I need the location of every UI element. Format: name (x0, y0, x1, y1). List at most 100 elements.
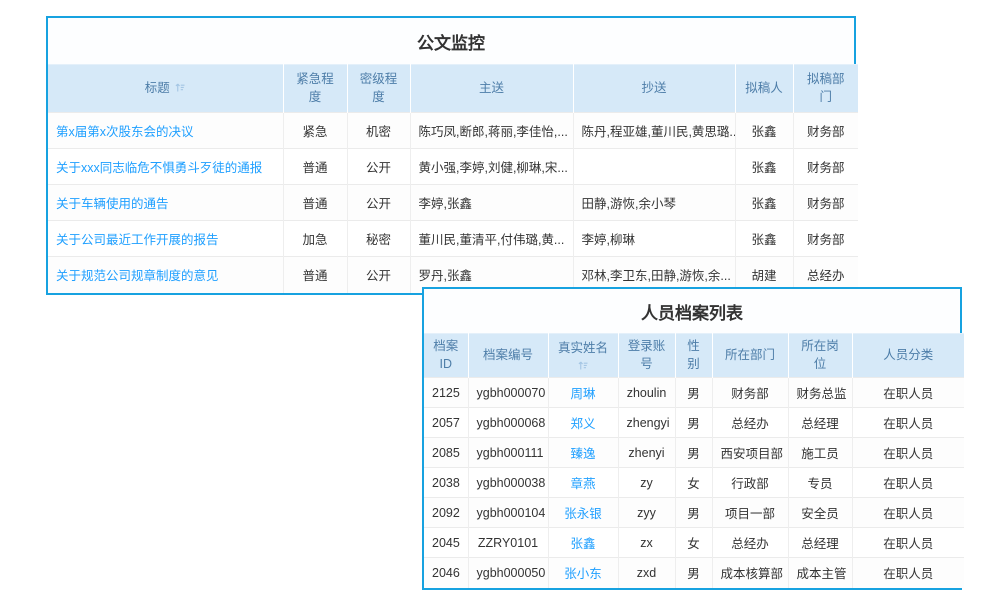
secrecy-cell: 秘密 (347, 221, 410, 257)
category-cell: 在职人员 (852, 378, 964, 408)
real-name-link[interactable]: 周琳 (548, 378, 618, 408)
department-cell: 财务部 (712, 378, 788, 408)
table-row: 关于车辆使用的通告 普通 公开 李婷,张鑫 田静,游恢,余小琴 张鑫 财务部 (48, 185, 858, 221)
personnel-archive-panel: 人员档案列表 档案ID 档案编号 真实姓名 登录账号 性别 所在部门 所在岗位 … (422, 287, 962, 590)
archive-id-cell: 2085 (424, 438, 468, 468)
gender-cell: 男 (675, 378, 712, 408)
doc-title-link[interactable]: 关于公司最近工作开展的报告 (48, 221, 283, 257)
sort-icon[interactable] (174, 81, 186, 93)
login-account-cell: zy (618, 468, 675, 498)
category-cell: 在职人员 (852, 498, 964, 528)
draft-dept-cell: 财务部 (793, 221, 858, 257)
department-cell: 成本核算部 (712, 558, 788, 588)
real-name-link[interactable]: 郑义 (548, 408, 618, 438)
real-name-link[interactable]: 章燕 (548, 468, 618, 498)
urgency-cell: 紧急 (283, 113, 347, 149)
col-header-secrecy: 密级程度 (347, 65, 410, 113)
department-cell: 项目一部 (712, 498, 788, 528)
login-account-cell: zhenyi (618, 438, 675, 468)
post-cell: 专员 (788, 468, 852, 498)
category-cell: 在职人员 (852, 558, 964, 588)
archive-code-cell: ZZRY0101 (468, 528, 548, 558)
drafter-cell: 张鑫 (735, 185, 793, 221)
personnel-header-row: 档案ID 档案编号 真实姓名 登录账号 性别 所在部门 所在岗位 人员分类 (424, 334, 964, 378)
archive-code-cell: ygbh000111 (468, 438, 548, 468)
draft-dept-cell: 财务部 (793, 185, 858, 221)
category-cell: 在职人员 (852, 528, 964, 558)
table-row: 2057 ygbh000068 郑义 zhengyi 男 总经办 总经理 在职人… (424, 408, 964, 438)
post-cell: 安全员 (788, 498, 852, 528)
doc-title-link[interactable]: 第x届第x次股东会的决议 (48, 113, 283, 149)
category-cell: 在职人员 (852, 468, 964, 498)
personnel-archive-table: 档案ID 档案编号 真实姓名 登录账号 性别 所在部门 所在岗位 人员分类 21… (424, 333, 964, 588)
department-cell: 总经办 (712, 528, 788, 558)
department-cell: 行政部 (712, 468, 788, 498)
table-row: 2045 ZZRY0101 张鑫 zx 女 总经办 总经理 在职人员 (424, 528, 964, 558)
gender-cell: 女 (675, 528, 712, 558)
doc-title-link[interactable]: 关于规范公司规章制度的意见 (48, 257, 283, 293)
draft-dept-cell: 财务部 (793, 149, 858, 185)
archive-id-cell: 2038 (424, 468, 468, 498)
col-header-urgency: 紧急程度 (283, 65, 347, 113)
drafter-cell: 张鑫 (735, 113, 793, 149)
personnel-archive-title: 人员档案列表 (424, 289, 960, 333)
col-header-draft-dept: 拟稿部门 (793, 65, 858, 113)
department-cell: 西安项目部 (712, 438, 788, 468)
gender-cell: 男 (675, 408, 712, 438)
secrecy-cell: 公开 (347, 185, 410, 221)
col-header-archive-id: 档案ID (424, 334, 468, 378)
col-header-archive-code: 档案编号 (468, 334, 548, 378)
doc-header-row: 标题 紧急程度 密级程度 主送 抄送 拟稿人 拟稿部门 (48, 65, 858, 113)
archive-code-cell: ygbh000068 (468, 408, 548, 438)
document-monitor-panel: 公文监控 标题 紧急程度 密级程度 主送 抄送 拟稿人 拟稿部门 第x届第x次股… (46, 16, 856, 295)
col-header-real-name-label: 真实姓名 (558, 341, 608, 355)
secrecy-cell: 公开 (347, 149, 410, 185)
sort-icon[interactable] (577, 359, 589, 371)
secrecy-cell: 机密 (347, 113, 410, 149)
login-account-cell: zyy (618, 498, 675, 528)
cc-cell (573, 149, 735, 185)
post-cell: 成本主管 (788, 558, 852, 588)
post-cell: 财务总监 (788, 378, 852, 408)
cc-cell: 田静,游恢,余小琴 (573, 185, 735, 221)
archive-code-cell: ygbh000038 (468, 468, 548, 498)
drafter-cell: 张鑫 (735, 149, 793, 185)
archive-id-cell: 2092 (424, 498, 468, 528)
col-header-doc-title[interactable]: 标题 (48, 65, 283, 113)
draft-dept-cell: 财务部 (793, 113, 858, 149)
col-header-gender: 性别 (675, 334, 712, 378)
real-name-link[interactable]: 张鑫 (548, 528, 618, 558)
urgency-cell: 加急 (283, 221, 347, 257)
post-cell: 总经理 (788, 408, 852, 438)
department-cell: 总经办 (712, 408, 788, 438)
col-header-cc: 抄送 (573, 65, 735, 113)
urgency-cell: 普通 (283, 185, 347, 221)
archive-id-cell: 2045 (424, 528, 468, 558)
category-cell: 在职人员 (852, 438, 964, 468)
document-monitor-title: 公文监控 (48, 18, 854, 64)
table-row: 2092 ygbh000104 张永银 zyy 男 项目一部 安全员 在职人员 (424, 498, 964, 528)
archive-id-cell: 2046 (424, 558, 468, 588)
gender-cell: 男 (675, 438, 712, 468)
cc-cell: 李婷,柳琳 (573, 221, 735, 257)
doc-title-link[interactable]: 关于xxx同志临危不惧勇斗歹徒的通报 (48, 149, 283, 185)
col-header-doc-title-label: 标题 (145, 81, 170, 95)
post-cell: 总经理 (788, 528, 852, 558)
doc-title-link[interactable]: 关于车辆使用的通告 (48, 185, 283, 221)
real-name-link[interactable]: 张永银 (548, 498, 618, 528)
col-header-main-to: 主送 (410, 65, 573, 113)
col-header-drafter: 拟稿人 (735, 65, 793, 113)
archive-id-cell: 2125 (424, 378, 468, 408)
post-cell: 施工员 (788, 438, 852, 468)
gender-cell: 男 (675, 558, 712, 588)
table-row: 关于公司最近工作开展的报告 加急 秘密 董川民,董清平,付伟璐,黄... 李婷,… (48, 221, 858, 257)
login-account-cell: zx (618, 528, 675, 558)
col-header-login-account: 登录账号 (618, 334, 675, 378)
col-header-real-name[interactable]: 真实姓名 (548, 334, 618, 378)
real-name-link[interactable]: 张小东 (548, 558, 618, 588)
cc-cell: 陈丹,程亚雄,董川民,黄思璐... (573, 113, 735, 149)
main-to-cell: 李婷,张鑫 (410, 185, 573, 221)
real-name-link[interactable]: 臻逸 (548, 438, 618, 468)
table-row: 2125 ygbh000070 周琳 zhoulin 男 财务部 财务总监 在职… (424, 378, 964, 408)
secrecy-cell: 公开 (347, 257, 410, 293)
